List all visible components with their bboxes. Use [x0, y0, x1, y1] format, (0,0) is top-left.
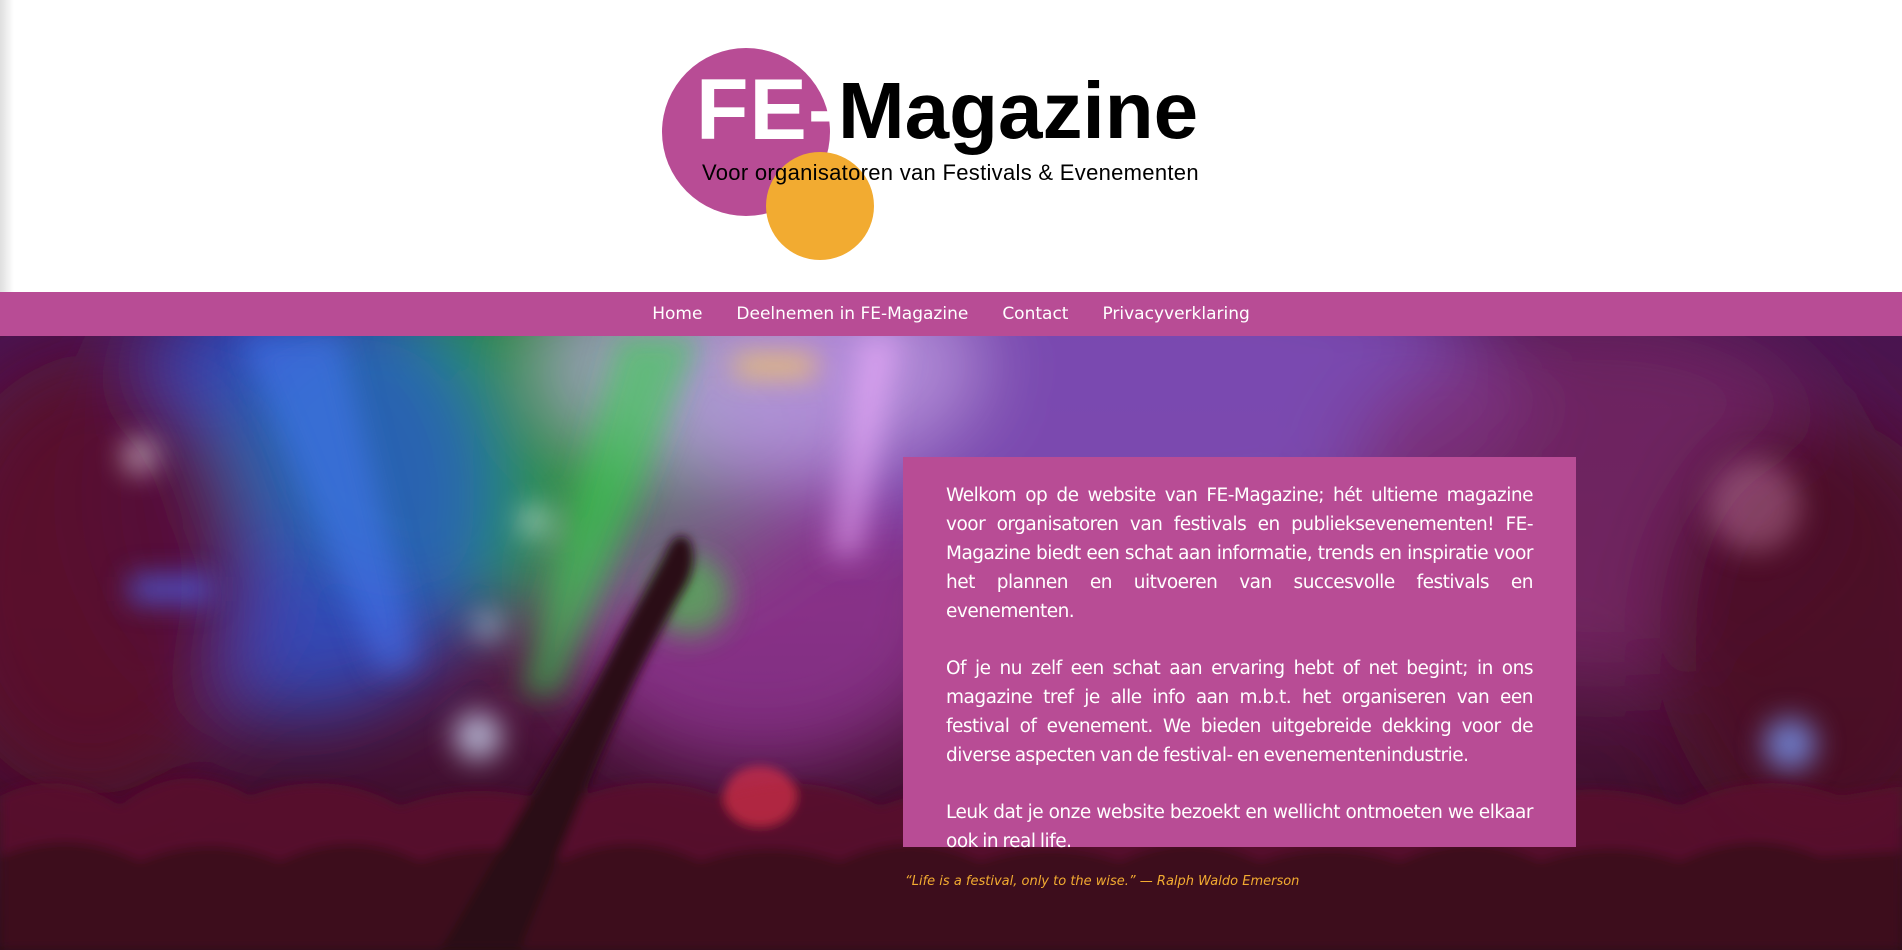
- logo-prefix: FE-: [696, 62, 838, 158]
- emerson-quote: “Life is a festival, only to the wise.” …: [905, 874, 1300, 889]
- nav-item-deelnemen[interactable]: Deelnemen in FE-Magazine: [736, 304, 968, 324]
- welcome-textbox: Welkom op de website van FE-Magazine; hé…: [903, 457, 1576, 852]
- header-edge-shadow: [0, 0, 14, 292]
- nav-item-home[interactable]: Home: [652, 304, 702, 324]
- hero-section: Welkom op de website van FE-Magazine; hé…: [0, 336, 1902, 950]
- site-header: FE- Magazine Voor organisatoren van Fest…: [0, 0, 1902, 292]
- logo-tagline: Voor organisatoren van Festivals & Evene…: [702, 160, 1199, 185]
- site-logo[interactable]: FE- Magazine Voor organisatoren van Fest…: [656, 44, 1256, 266]
- main-navigation: Home Deelnemen in FE-Magazine Contact Pr…: [0, 292, 1902, 336]
- nav-list: Home Deelnemen in FE-Magazine Contact Pr…: [0, 292, 1902, 336]
- logo-name: Magazine: [838, 66, 1199, 155]
- welcome-paragraph-1: Welkom op de website van FE-Magazine; hé…: [946, 485, 1534, 622]
- welcome-paragraph-3: Leuk dat je onze website bezoekt en well…: [946, 802, 1534, 852]
- welcome-paragraph-2: Of je nu zelf een schat aan ervaring heb…: [946, 658, 1534, 766]
- nav-item-privacyverklaring[interactable]: Privacyverklaring: [1102, 304, 1249, 324]
- nav-item-contact[interactable]: Contact: [1002, 304, 1068, 324]
